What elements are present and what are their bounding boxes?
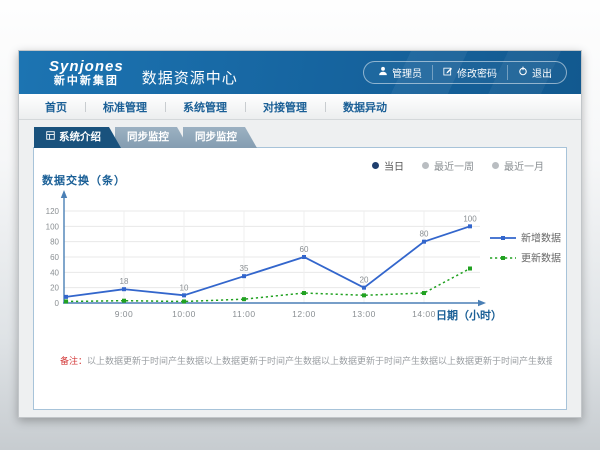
- tab-bar: 系统介绍 同步监控 同步监控: [34, 127, 251, 148]
- app-window: Synjones 新中新集团 数据资源中心 管理员 修改密码 退出 首页标准管理…: [18, 50, 582, 418]
- footer-note-text: 以上数据更新于时间产生数据以上数据更新于时间产生数据以上数据更新于时间产生数据以…: [87, 356, 552, 366]
- footer-note-prefix: 备注：: [60, 356, 87, 366]
- tab-1[interactable]: 系统介绍: [34, 127, 121, 148]
- svg-text:120: 120: [46, 207, 60, 216]
- svg-text:11:00: 11:00: [232, 309, 255, 319]
- svg-text:18: 18: [120, 277, 129, 286]
- svg-text:日期（小时）: 日期（小时）: [436, 308, 502, 322]
- svg-text:10: 10: [180, 283, 189, 292]
- svg-text:10:00: 10:00: [172, 309, 196, 319]
- user-menu-logout-label: 退出: [532, 65, 552, 80]
- svg-text:100: 100: [463, 214, 477, 223]
- nav-item-4[interactable]: 对接管理: [245, 99, 325, 115]
- page-title: 数据资源中心: [142, 67, 238, 88]
- svg-text:新增数据: 新增数据: [521, 232, 561, 245]
- exchange-line-chart: 0 20 40 60 80 100 120 9:00 10:00 11:00 12:00 13:00 1…: [34, 148, 568, 333]
- logo-brand-text: Synjones: [49, 58, 124, 75]
- user-menu-logout[interactable]: 退出: [507, 65, 562, 80]
- edit-icon: [443, 66, 453, 79]
- svg-text:100: 100: [46, 222, 60, 231]
- content-area: 系统介绍同步监控同步监控 当日最近一周最近一月 数据交换（条） 02040608…: [19, 120, 581, 417]
- tab-label: 同步监控: [195, 127, 237, 148]
- chart-panel: 当日最近一周最近一月 数据交换（条） 0204060801001209:0010…: [33, 147, 567, 410]
- svg-text:35: 35: [240, 264, 249, 273]
- tab-label: 同步监控: [127, 127, 169, 148]
- user-menu-change-password[interactable]: 修改密码: [432, 65, 507, 80]
- svg-text:0: 0: [55, 299, 60, 308]
- svg-text:14:00: 14:00: [412, 309, 436, 319]
- svg-text:80: 80: [420, 230, 429, 239]
- svg-text:20: 20: [50, 284, 59, 293]
- user-menu: 管理员 修改密码 退出: [363, 61, 567, 84]
- company-logo: Synjones 新中新集团: [49, 58, 124, 88]
- footer-note: 备注：以上数据更新于时间产生数据以上数据更新于时间产生数据以上数据更新于时间产生…: [60, 354, 552, 367]
- svg-text:80: 80: [50, 238, 59, 247]
- svg-text:13:00: 13:00: [352, 309, 376, 319]
- nav-item-3[interactable]: 系统管理: [165, 99, 245, 115]
- user-menu-change-password-label: 修改密码: [457, 65, 497, 80]
- tab-2[interactable]: 同步监控: [115, 127, 189, 148]
- nav-item-2[interactable]: 标准管理: [85, 99, 165, 115]
- nav-item-1[interactable]: 首页: [27, 99, 85, 115]
- app-header: Synjones 新中新集团 数据资源中心 管理员 修改密码 退出: [19, 51, 581, 94]
- table-icon: [46, 127, 55, 148]
- svg-text:20: 20: [360, 276, 369, 285]
- svg-text:9:00: 9:00: [115, 309, 134, 319]
- svg-text:60: 60: [300, 245, 309, 254]
- svg-text:60: 60: [50, 253, 59, 262]
- user-icon: [378, 66, 388, 79]
- tab-3[interactable]: 同步监控: [183, 127, 257, 148]
- tab-label: 系统介绍: [59, 127, 101, 148]
- svg-text:更新数据: 更新数据: [521, 252, 561, 265]
- user-menu-admin[interactable]: 管理员: [368, 65, 432, 80]
- user-menu-admin-label: 管理员: [392, 65, 422, 80]
- power-icon: [518, 66, 528, 79]
- svg-text:12:00: 12:00: [292, 309, 316, 319]
- logo-company-text: 新中新集团: [49, 75, 124, 88]
- nav-item-5[interactable]: 数据异动: [325, 99, 405, 115]
- main-nav: 首页标准管理系统管理对接管理数据异动: [19, 94, 581, 120]
- svg-text:40: 40: [50, 268, 59, 277]
